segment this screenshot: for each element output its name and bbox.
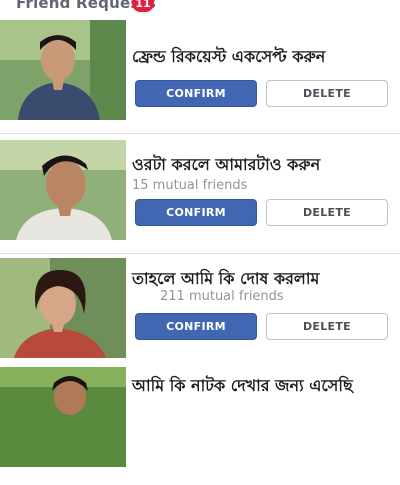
avatar[interactable]: [0, 258, 126, 358]
avatar[interactable]: [0, 20, 126, 120]
friend-request-item: তাহলে আমি কি দোষ করলাম 211 mutual friend…: [0, 254, 400, 374]
avatar[interactable]: [0, 140, 126, 240]
confirm-button[interactable]: CONFIRM: [135, 80, 257, 107]
requester-name[interactable]: ফ্রেন্ড রিকয়েস্ট একসেপ্ট করুন: [132, 44, 394, 71]
friend-requests-header: Friend Requests 11: [0, 0, 400, 14]
confirm-button[interactable]: CONFIRM: [135, 313, 257, 340]
mutual-friends-count: 211 mutual friends: [160, 289, 284, 304]
mutual-friends-count: 15 mutual friends: [132, 178, 248, 193]
avatar-photo: [0, 140, 126, 240]
delete-button[interactable]: DELETE: [266, 313, 388, 340]
friend-request-item: আমি কি নাটক দেখার জন্য এসেছি: [0, 365, 400, 485]
avatar-photo: [0, 367, 126, 467]
requester-name[interactable]: ওরটা করলে আমারটাও করুন: [132, 152, 394, 179]
delete-button[interactable]: DELETE: [266, 199, 388, 226]
confirm-button[interactable]: CONFIRM: [135, 199, 257, 226]
avatar-photo: [0, 258, 126, 358]
delete-button[interactable]: DELETE: [266, 80, 388, 107]
friend-request-item: ওরটা করলে আমারটাও করুন 15 mutual friends…: [0, 134, 400, 254]
avatar-photo: [0, 20, 126, 120]
avatar[interactable]: [0, 367, 126, 467]
friend-request-item: ফ্রেন্ড রিকয়েস্ট একসেপ্ট করুন CONFIRM D…: [0, 14, 400, 134]
requester-name[interactable]: আমি কি নাটক দেখার জন্য এসেছি: [132, 373, 394, 400]
request-count-badge: 11: [132, 0, 154, 12]
